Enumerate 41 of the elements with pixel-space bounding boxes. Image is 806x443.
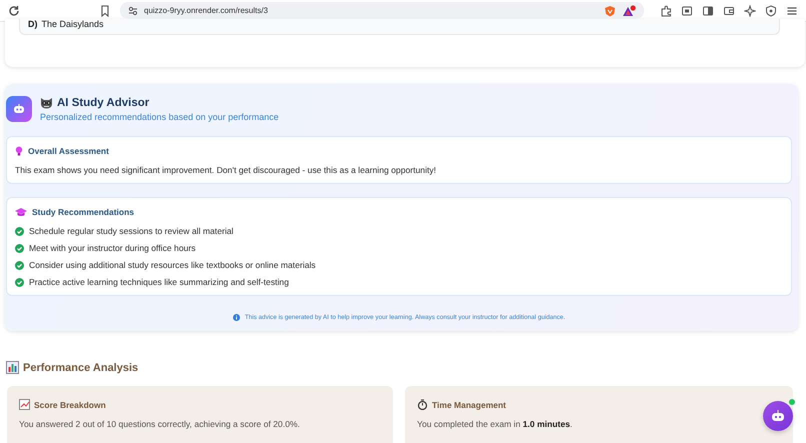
window-icon[interactable] bbox=[681, 4, 693, 16]
analysis-card-text: You answered 2 out of 10 questions correctly, achieving a score of 20.0%. bbox=[19, 419, 301, 429]
url-text: quizzo-9ryy.onrender.com/results/3 bbox=[144, 6, 268, 15]
stopwatch-icon bbox=[417, 399, 428, 410]
info-icon bbox=[232, 314, 240, 321]
check-circle-icon bbox=[15, 226, 24, 236]
lightbulb-icon bbox=[15, 146, 23, 156]
advisor-subtitle: Personalized recommendations based on your performance bbox=[40, 112, 279, 122]
analysis-card-text: You completed the exam in 1.0 minutes. bbox=[417, 419, 574, 429]
recommendation-text: Consider using additional study resources like textbooks or online materials bbox=[29, 260, 316, 270]
robot-glyph-icon bbox=[13, 104, 25, 114]
site-settings-icon[interactable] bbox=[128, 6, 138, 16]
performance-title: Performance Analysis bbox=[23, 362, 138, 374]
option-text: The Daisylands bbox=[42, 19, 104, 29]
check-circle-icon bbox=[15, 260, 24, 270]
address-bar[interactable]: quizzo-9ryy.onrender.com/results/3 bbox=[120, 2, 644, 19]
trend-chart-icon bbox=[19, 399, 30, 410]
analysis-card-title: Time Management bbox=[432, 400, 506, 410]
wallet-icon[interactable] bbox=[723, 4, 735, 16]
puzzle-icon[interactable] bbox=[660, 4, 672, 16]
graduation-cap-icon bbox=[15, 207, 27, 217]
sidebar-icon[interactable] bbox=[702, 4, 714, 16]
shield-icon[interactable] bbox=[765, 4, 777, 16]
reload-icon[interactable] bbox=[8, 4, 20, 16]
triangle-icon[interactable] bbox=[622, 4, 636, 16]
robot-icon bbox=[771, 410, 785, 422]
recommendation-text: Schedule regular study sessions to review all material bbox=[29, 226, 234, 236]
bookmark-icon[interactable] bbox=[100, 4, 110, 16]
advisor-title: AI Study Advisor bbox=[57, 96, 150, 108]
recommendations-title: Study Recommendations bbox=[32, 207, 134, 217]
assessment-title: Overall Assessment bbox=[28, 146, 109, 156]
recommendation-text: Practice active learning techniques like summarizing and self-testing bbox=[29, 277, 289, 287]
recommendation-text: Meet with your instructor during office hours bbox=[29, 243, 196, 253]
check-circle-icon bbox=[15, 244, 24, 252]
sparkle-icon[interactable] bbox=[744, 4, 756, 16]
check-circle-icon bbox=[15, 278, 24, 286]
option-letter: D) bbox=[28, 19, 38, 29]
menu-icon[interactable] bbox=[786, 4, 798, 16]
assessment-text: This exam shows you need significant improvement. Don't get discouraged - use this as a learning opportunity! bbox=[15, 165, 438, 175]
bar-chart-icon bbox=[6, 361, 19, 374]
analysis-card-title: Score Breakdown bbox=[34, 400, 106, 410]
